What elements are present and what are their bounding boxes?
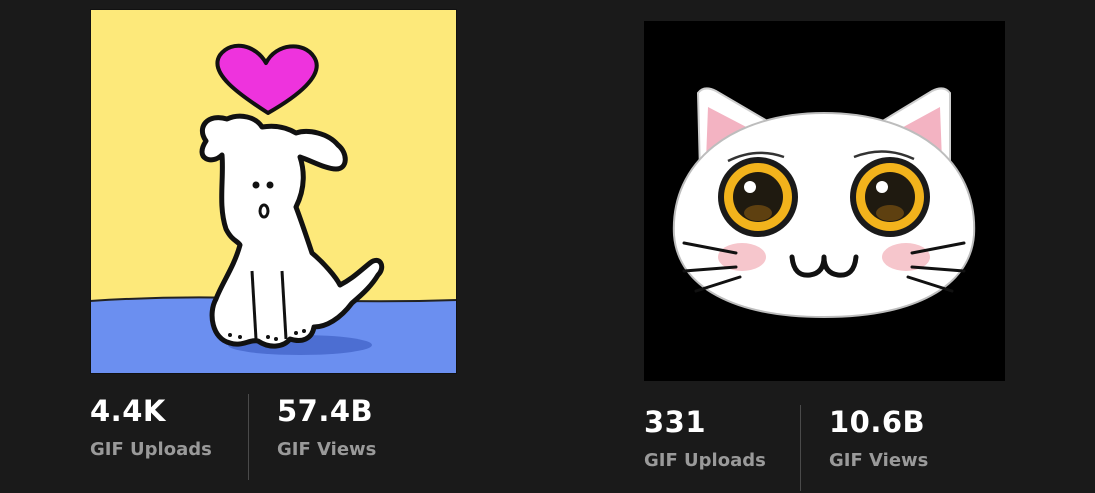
gif-views-stat[interactable]: 57.4B GIF Views <box>277 394 376 462</box>
gif-views-label: GIF Views <box>277 439 377 460</box>
gif-views-count: 57.4B <box>277 394 374 428</box>
gif-uploads-stat[interactable]: 4.4K GIF Uploads <box>90 394 220 462</box>
dog-with-heart-icon[interactable] <box>90 9 457 374</box>
gif-views-count: 10.6B <box>829 405 926 439</box>
profile-card-cat: 331 GIF Uploads 10.6B GIF Views <box>644 0 1024 493</box>
profile-stats: 4.4K GIF Uploads 57.4B GIF Views <box>90 394 376 480</box>
stat-divider <box>248 394 249 480</box>
gif-views-label: GIF Views <box>829 450 929 471</box>
gif-uploads-count: 331 <box>644 405 707 439</box>
profile-card-dog: 4.4K GIF Uploads 57.4B GIF Views <box>90 0 470 493</box>
gif-uploads-stat[interactable]: 331 GIF Uploads <box>644 405 772 473</box>
gif-uploads-count: 4.4K <box>90 394 166 428</box>
white-cat-face-icon[interactable] <box>644 21 1005 381</box>
profile-stats: 331 GIF Uploads 10.6B GIF Views <box>644 405 928 491</box>
gif-uploads-label: GIF Uploads <box>644 450 766 471</box>
gif-views-stat[interactable]: 10.6B GIF Views <box>829 405 928 473</box>
stat-divider <box>800 405 801 491</box>
gif-uploads-label: GIF Uploads <box>90 439 212 460</box>
